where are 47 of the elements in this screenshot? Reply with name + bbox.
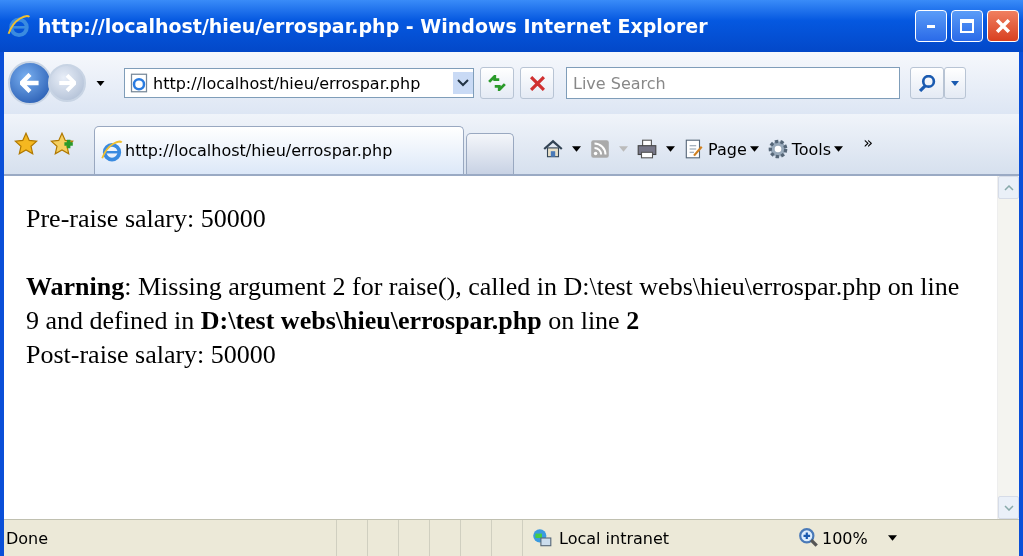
gear-icon: [766, 138, 789, 160]
globe-computer-icon: [531, 527, 553, 549]
back-button[interactable]: [8, 61, 52, 105]
browser-tab[interactable]: http://localhost/hieu/errospar.php: [94, 126, 464, 174]
paragraph: Warning: Missing argument 2 for raise(), called in D:\test webs\hieu\errospar.php on line 9 and defined in D:\test webs\hieu\errospar.php on line 2: [26, 271, 961, 337]
caret-icon[interactable]: [887, 535, 897, 541]
stop-x-icon: [529, 75, 545, 91]
search-options-button[interactable]: [944, 67, 966, 99]
maximize-button[interactable]: [951, 10, 983, 42]
minimize-button[interactable]: [915, 10, 947, 42]
refresh-arrows-icon: [488, 75, 506, 91]
search-button[interactable]: [910, 67, 944, 99]
security-zone: Local intranet: [559, 528, 670, 548]
back-arrow-icon: [20, 73, 40, 93]
stop-button[interactable]: [520, 67, 554, 99]
zoom-button[interactable]: 100%: [798, 527, 868, 549]
status-text: Done: [5, 528, 50, 548]
printer-icon[interactable]: [636, 138, 658, 160]
caret-icon: [749, 146, 759, 152]
refresh-button[interactable]: [480, 67, 514, 99]
add-favorite-icon[interactable]: [50, 132, 74, 156]
ie-logo-icon: [6, 13, 32, 39]
caret-icon: [95, 80, 105, 86]
ie-logo-icon: [101, 139, 123, 162]
forward-arrow-icon: [58, 74, 76, 92]
search-icon: [918, 74, 936, 92]
window-title: http://localhost/hieu/errospar.php - Windows Internet Explorer: [38, 15, 709, 37]
more-commands-button[interactable]: »: [863, 132, 873, 152]
tools-menu-button[interactable]: Tools: [766, 138, 844, 160]
caret-icon: [951, 80, 959, 86]
caret-icon[interactable]: [572, 146, 581, 152]
close-button[interactable]: [987, 10, 1019, 42]
page-edit-icon: [683, 138, 705, 160]
maximize-icon: [960, 19, 974, 33]
home-icon[interactable]: [542, 138, 564, 160]
star-icon[interactable]: [14, 132, 38, 156]
zoom-in-icon: [798, 527, 820, 549]
page-icon: [129, 73, 149, 93]
search-field[interactable]: Live Search: [566, 67, 900, 99]
paragraph: Pre-raise salary: 50000: [26, 203, 267, 235]
close-icon: [996, 19, 1010, 33]
caret-icon[interactable]: [666, 146, 675, 152]
caret-icon: [834, 146, 844, 152]
paragraph: Post-raise salary: 50000: [26, 339, 277, 371]
page-menu-button[interactable]: Page: [683, 138, 759, 160]
minimize-icon: [927, 24, 935, 28]
address-field[interactable]: http://localhost/hieu/errospar.php: [124, 68, 474, 98]
